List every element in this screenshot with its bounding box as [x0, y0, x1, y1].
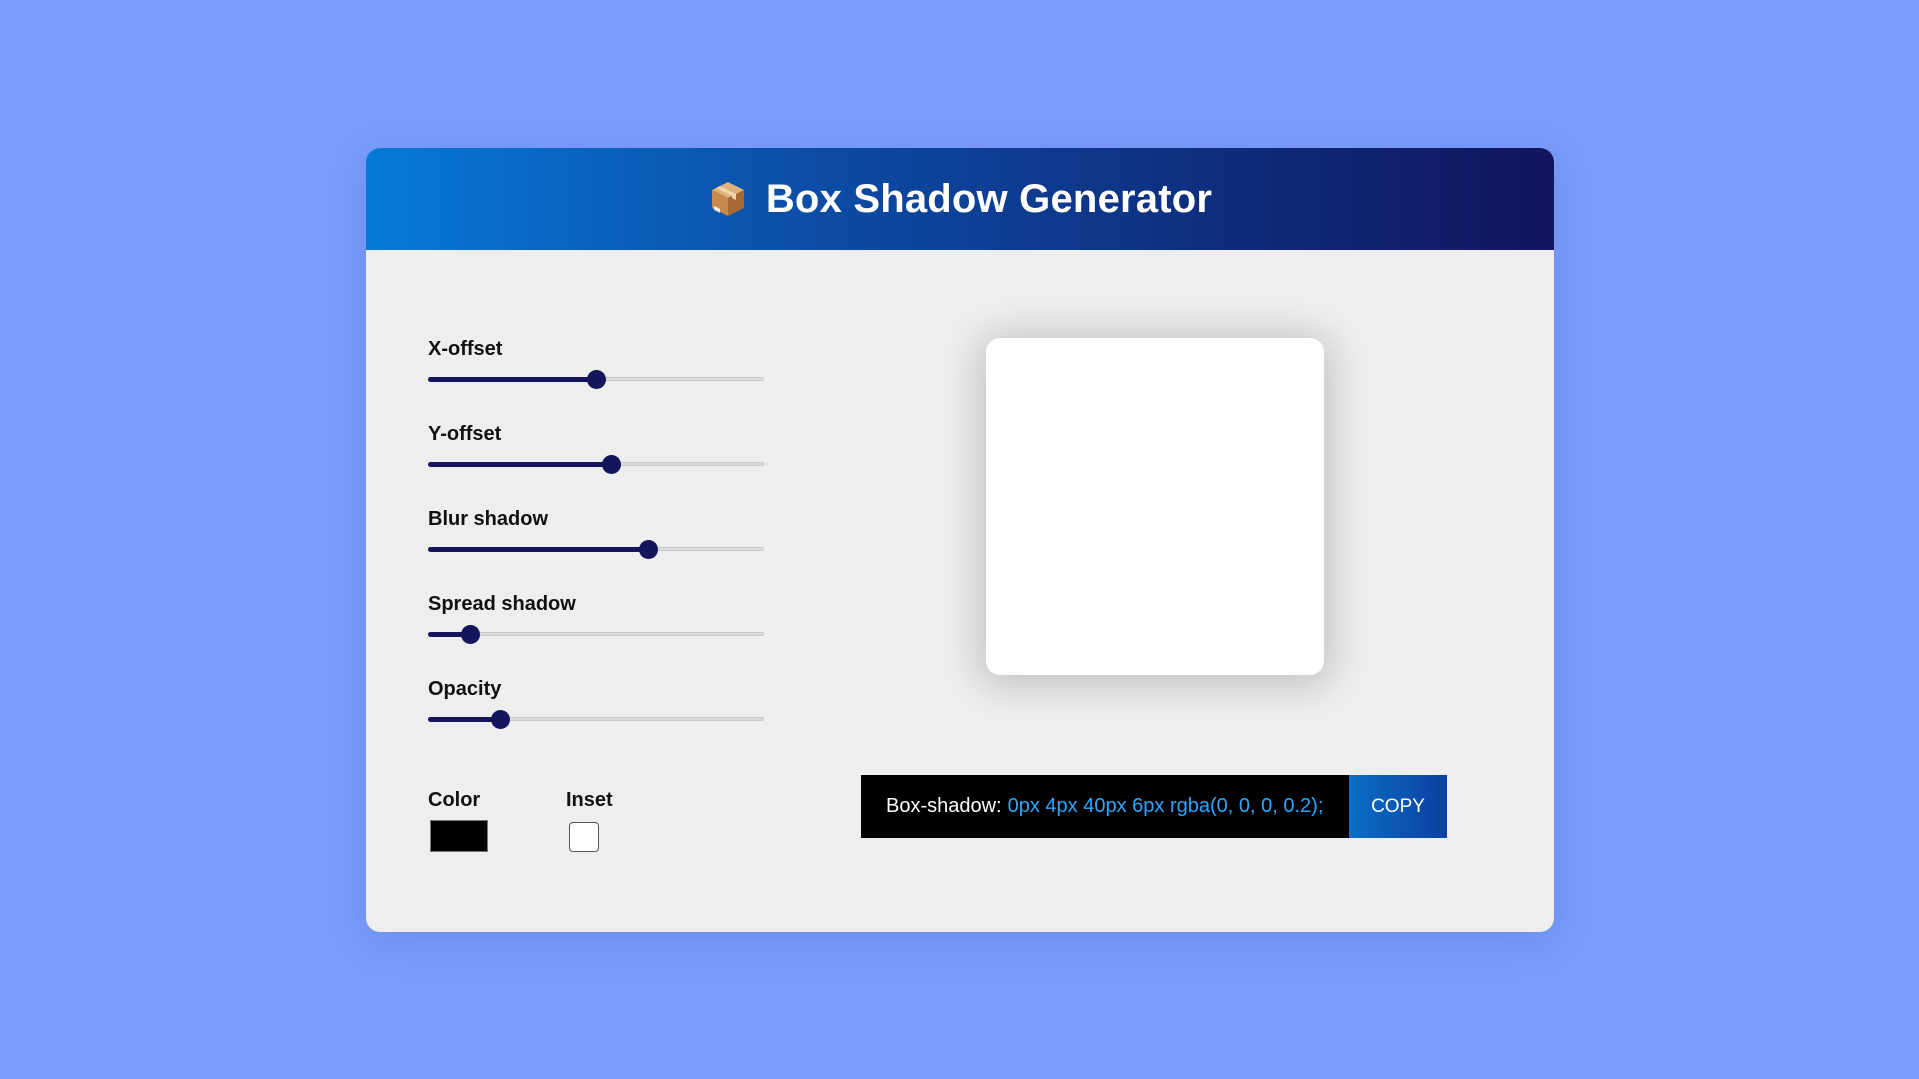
inset-label: Inset [566, 789, 613, 811]
slider-thumb[interactable] [602, 455, 622, 474]
control-y-offset: Y-offset [428, 421, 768, 506]
css-output-bar: Box-shadow: 0px 4px 40px 6px rgba(0, 0, … [861, 775, 1447, 838]
css-output-prefix: Box-shadow: [886, 795, 1002, 817]
header: Box Shadow Generator [366, 148, 1554, 250]
spread-shadow-slider[interactable] [428, 623, 764, 645]
y-offset-label: Y-offset [428, 423, 502, 445]
copy-button[interactable]: COPY [1349, 775, 1447, 838]
slider-fill [428, 547, 649, 552]
opacity-slider[interactable] [428, 708, 764, 730]
slider-thumb[interactable] [461, 625, 480, 644]
spread-shadow-label: Spread shadow [428, 593, 576, 615]
slider-fill [428, 462, 612, 467]
css-output-code: Box-shadow: 0px 4px 40px 6px rgba(0, 0, … [861, 775, 1349, 838]
slider-fill [428, 377, 596, 382]
blur-shadow-label: Blur shadow [428, 508, 549, 530]
blur-shadow-slider[interactable] [428, 538, 764, 560]
control-opacity: Opacity [428, 676, 768, 761]
slider-thumb[interactable] [587, 370, 606, 389]
opacity-label: Opacity [428, 678, 502, 700]
slider-thumb[interactable] [639, 540, 659, 559]
css-output-value: 0px 4px 40px 6px rgba(0, 0, 0, 0.2); [1007, 795, 1324, 817]
inset-checkbox[interactable] [569, 822, 599, 852]
color-inset-row: Color Inset [428, 788, 704, 852]
page-title: Box Shadow Generator [765, 176, 1213, 221]
x-offset-label: X-offset [428, 338, 503, 360]
color-picker[interactable] [430, 820, 488, 852]
slider-thumb[interactable] [491, 710, 511, 729]
generator-card: Box Shadow Generator X-offset Y-offset B… [366, 148, 1554, 932]
control-blur: Blur shadow [428, 506, 768, 591]
color-group: Color [428, 788, 566, 852]
x-offset-slider[interactable] [428, 368, 764, 390]
control-spread: Spread shadow [428, 591, 768, 676]
package-icon [708, 179, 748, 219]
shadow-preview-box [986, 338, 1324, 675]
color-label: Color [428, 789, 481, 811]
control-x-offset: X-offset [428, 336, 768, 421]
controls-panel: X-offset Y-offset Blur shadow Spread sha… [428, 336, 768, 761]
inset-group: Inset [566, 788, 704, 852]
slider-fill [428, 717, 501, 722]
y-offset-slider[interactable] [428, 453, 764, 475]
